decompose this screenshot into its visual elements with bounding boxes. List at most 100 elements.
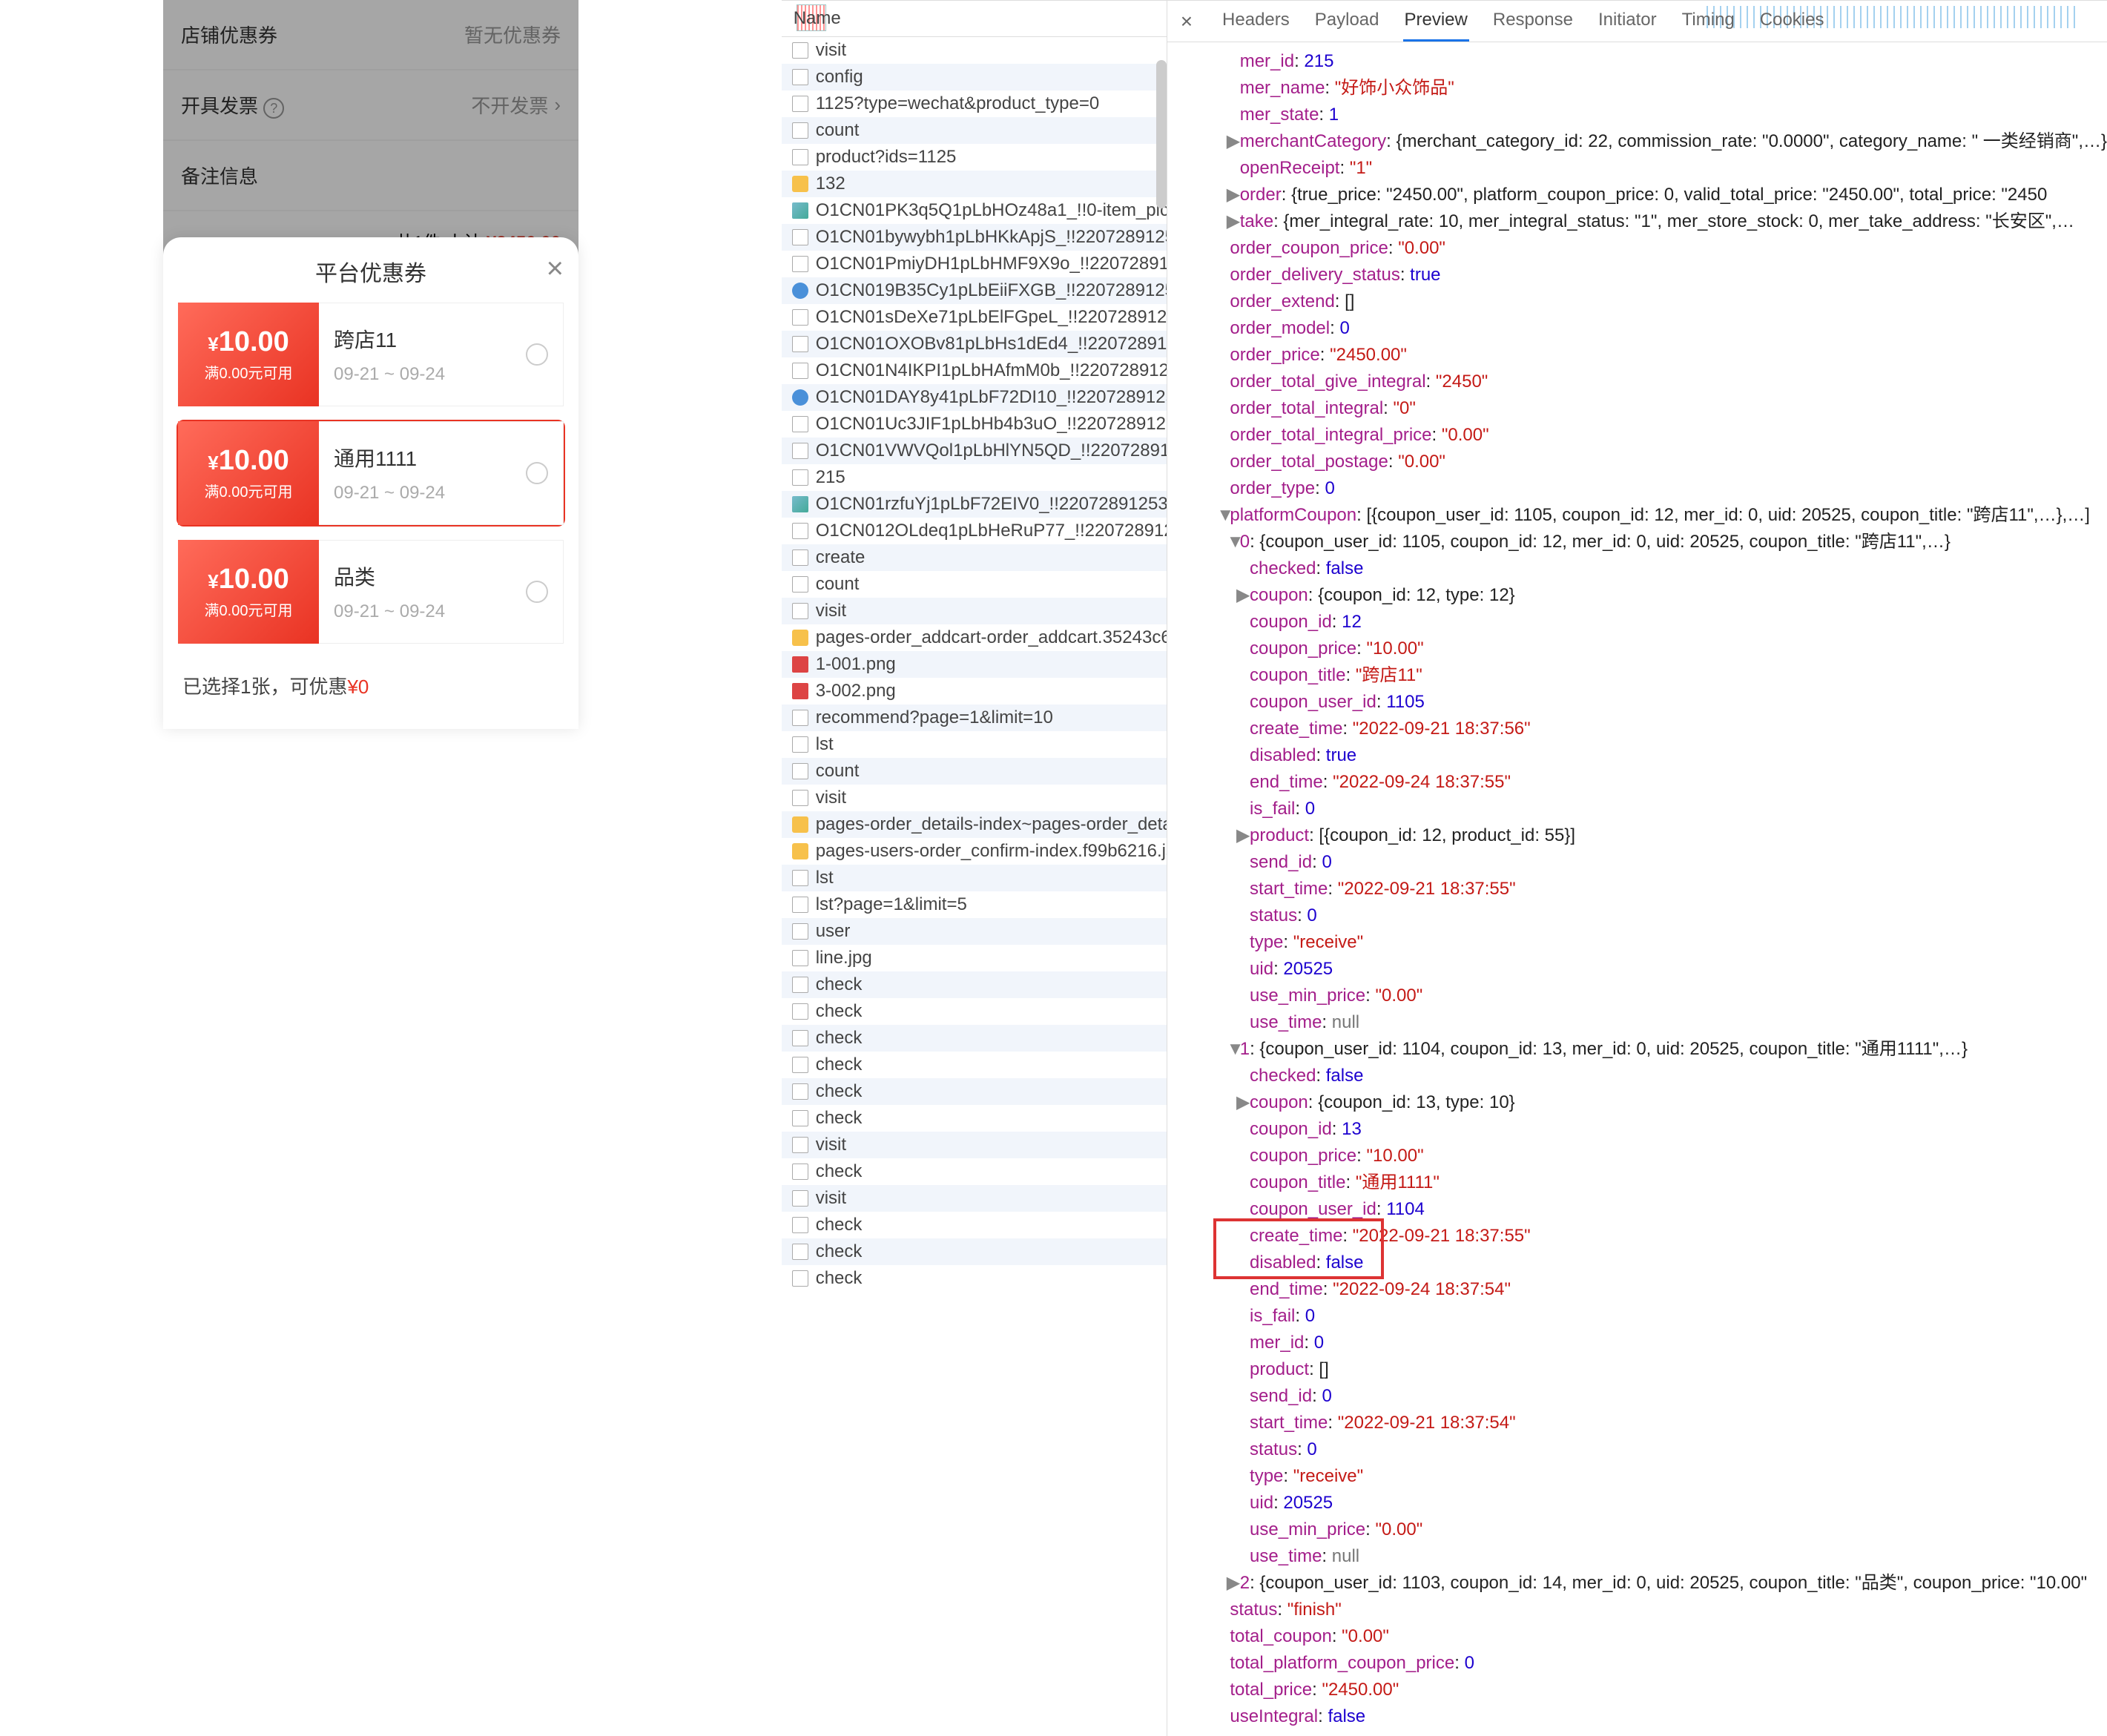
network-row[interactable]: visit bbox=[782, 1132, 1167, 1158]
network-row[interactable]: pages-order_addcart-order_addcart.35243c… bbox=[782, 624, 1167, 651]
network-row[interactable]: O1CN012OLdeq1pLbHeRuP77_!!2207289125344.… bbox=[782, 518, 1167, 544]
json-preview[interactable]: mer_id: 215 mer_name: "好饰小众饰品" mer_state… bbox=[1167, 42, 2107, 1736]
json-line[interactable]: status: "finish" bbox=[1197, 1597, 2107, 1623]
json-line[interactable]: coupon_title: "跨店11" bbox=[1197, 662, 2107, 689]
network-row[interactable]: check bbox=[782, 1265, 1167, 1292]
json-line[interactable]: product: [] bbox=[1197, 1356, 2107, 1383]
tab-headers[interactable]: Headers bbox=[1221, 1, 1291, 42]
json-line[interactable]: coupon_price: "10.00" bbox=[1197, 1143, 2107, 1169]
coupon-radio[interactable] bbox=[526, 462, 548, 484]
json-line[interactable]: ▶order: {true_price: "2450.00", platform… bbox=[1197, 182, 2107, 208]
network-row[interactable]: 1-001.png bbox=[782, 651, 1167, 678]
json-line[interactable]: disabled: true bbox=[1197, 742, 2107, 769]
network-row[interactable]: visit bbox=[782, 37, 1167, 64]
json-line[interactable]: type: "receive" bbox=[1197, 929, 2107, 956]
json-line[interactable]: order_total_postage: "0.00" bbox=[1197, 449, 2107, 475]
json-line[interactable]: use_time: null bbox=[1197, 1543, 2107, 1570]
network-row[interactable]: create bbox=[782, 544, 1167, 571]
network-row[interactable]: visit bbox=[782, 785, 1167, 811]
network-row[interactable]: O1CN019B35Cy1pLbEiiFXGB_!!2207289125344.… bbox=[782, 277, 1167, 304]
scrollbar-vertical[interactable] bbox=[1156, 60, 1167, 208]
network-row[interactable]: lst?page=1&limit=5 bbox=[782, 891, 1167, 918]
network-row[interactable]: check bbox=[782, 1212, 1167, 1238]
json-line[interactable]: mer_id: 0 bbox=[1197, 1330, 2107, 1356]
json-line[interactable]: use_min_price: "0.00" bbox=[1197, 983, 2107, 1009]
network-row[interactable]: check bbox=[782, 1078, 1167, 1105]
network-row[interactable]: count bbox=[782, 117, 1167, 144]
tab-response[interactable]: Response bbox=[1491, 1, 1575, 42]
network-row[interactable]: line.jpg bbox=[782, 945, 1167, 971]
network-row[interactable]: 3-002.png bbox=[782, 678, 1167, 704]
network-row[interactable]: recommend?page=1&limit=10 bbox=[782, 704, 1167, 731]
json-line[interactable]: total_platform_coupon_price: 0 bbox=[1197, 1650, 2107, 1677]
json-line[interactable]: order_model: 0 bbox=[1197, 315, 2107, 342]
json-line[interactable]: total_price: "2450.00" bbox=[1197, 1677, 2107, 1703]
json-line[interactable]: use_time: null bbox=[1197, 1009, 2107, 1036]
json-line[interactable]: is_fail: 0 bbox=[1197, 796, 2107, 822]
json-line[interactable]: status: 0 bbox=[1197, 1436, 2107, 1463]
json-line[interactable]: is_fail: 0 bbox=[1197, 1303, 2107, 1330]
network-row[interactable]: O1CN01rzfuYj1pLbF72EIV0_!!2207289125344.… bbox=[782, 491, 1167, 518]
json-line[interactable]: useIntegral: false bbox=[1197, 1703, 2107, 1730]
network-row[interactable]: 215 bbox=[782, 464, 1167, 491]
json-line[interactable]: coupon_id: 12 bbox=[1197, 609, 2107, 636]
json-line[interactable]: ▶coupon: {coupon_id: 13, type: 10} bbox=[1197, 1089, 2107, 1116]
network-row[interactable]: pages-order_details-index~pages-order_de… bbox=[782, 811, 1167, 838]
network-row[interactable]: 132 bbox=[782, 171, 1167, 197]
network-row[interactable]: pages-users-order_confirm-index.f99b6216… bbox=[782, 838, 1167, 865]
json-line[interactable]: uid: 20525 bbox=[1197, 1490, 2107, 1516]
network-row[interactable]: O1CN01DAY8y41pLbF72DI10_!!2207289125344.… bbox=[782, 384, 1167, 411]
network-column-header[interactable]: Name bbox=[782, 1, 1167, 37]
json-line[interactable]: coupon_title: "通用1111" bbox=[1197, 1169, 2107, 1196]
coupon-item[interactable]: ¥10.00 满0.00元可用 跨店11 09-21 ~ 09-24 bbox=[178, 303, 564, 406]
json-line[interactable]: ▶coupon: {coupon_id: 12, type: 12} bbox=[1197, 582, 2107, 609]
json-line[interactable]: ▼platformCoupon: [{coupon_user_id: 1105,… bbox=[1197, 502, 2107, 529]
tab-payload[interactable]: Payload bbox=[1313, 1, 1381, 42]
json-line[interactable]: ▶take: {mer_integral_rate: 10, mer_integ… bbox=[1197, 208, 2107, 235]
json-line[interactable]: coupon_price: "10.00" bbox=[1197, 636, 2107, 662]
network-row[interactable]: O1CN01PK3q5Q1pLbHOz48a1_!!0-item_pic.jpg bbox=[782, 197, 1167, 224]
network-row[interactable]: lst bbox=[782, 865, 1167, 891]
network-row[interactable]: visit bbox=[782, 598, 1167, 624]
json-line[interactable]: create_time: "2022-09-21 18:37:56" bbox=[1197, 716, 2107, 742]
json-line[interactable]: ▶product: [{coupon_id: 12, product_id: 5… bbox=[1197, 822, 2107, 849]
network-row[interactable]: O1CN01sDeXe71pLbElFGpeL_!!2207289125344.… bbox=[782, 304, 1167, 331]
network-row[interactable]: check bbox=[782, 1025, 1167, 1052]
network-row[interactable]: check bbox=[782, 1238, 1167, 1265]
json-line[interactable]: total_coupon: "0.00" bbox=[1197, 1623, 2107, 1650]
json-line[interactable]: start_time: "2022-09-21 18:37:55" bbox=[1197, 876, 2107, 902]
json-line[interactable]: uid: 20525 bbox=[1197, 956, 2107, 983]
json-line[interactable]: mer_state: 1 bbox=[1197, 102, 2107, 128]
json-line[interactable]: order_coupon_price: "0.00" bbox=[1197, 235, 2107, 262]
json-line[interactable]: mer_id: 215 bbox=[1197, 48, 2107, 75]
tab-timing[interactable]: Timing bbox=[1681, 1, 1736, 42]
json-line[interactable]: ▶merchantCategory: {merchant_category_id… bbox=[1197, 128, 2107, 155]
network-row[interactable]: product?ids=1125 bbox=[782, 144, 1167, 171]
tab-initiator[interactable]: Initiator bbox=[1597, 1, 1658, 42]
json-line[interactable]: order_total_give_integral: "2450" bbox=[1197, 369, 2107, 395]
json-line[interactable]: ▶2: {coupon_user_id: 1103, coupon_id: 14… bbox=[1197, 1570, 2107, 1597]
json-line[interactable]: order_delivery_status: true bbox=[1197, 262, 2107, 288]
json-line[interactable]: type: "receive" bbox=[1197, 1463, 2107, 1490]
network-row[interactable]: check bbox=[782, 998, 1167, 1025]
network-row[interactable]: O1CN01Uc3JIF1pLbHb4b3uO_!!2207289125344.… bbox=[782, 411, 1167, 438]
network-row[interactable]: lst bbox=[782, 731, 1167, 758]
network-row[interactable]: O1CN01OXOBv81pLbHs1dEd4_!!2207289125344.… bbox=[782, 331, 1167, 357]
network-row[interactable]: O1CN01PmiyDH1pLbHMF9X9o_!!2207289125344.… bbox=[782, 251, 1167, 277]
json-line[interactable]: send_id: 0 bbox=[1197, 1383, 2107, 1410]
json-line[interactable]: openReceipt: "1" bbox=[1197, 155, 2107, 182]
network-row[interactable]: 1125?type=wechat&product_type=0 bbox=[782, 90, 1167, 117]
json-line[interactable]: ▼1: {coupon_user_id: 1104, coupon_id: 13… bbox=[1197, 1036, 2107, 1063]
json-line[interactable]: checked: false bbox=[1197, 555, 2107, 582]
network-row[interactable]: check bbox=[782, 1105, 1167, 1132]
json-line[interactable]: order_type: 0 bbox=[1197, 475, 2107, 502]
json-line[interactable]: order_price: "2450.00" bbox=[1197, 342, 2107, 369]
json-line[interactable]: create_time: "2022-09-21 18:37:55" bbox=[1197, 1223, 2107, 1250]
json-line[interactable]: status: 0 bbox=[1197, 902, 2107, 929]
coupon-radio[interactable] bbox=[526, 343, 548, 366]
json-line[interactable]: ▼0: {coupon_user_id: 1105, coupon_id: 12… bbox=[1197, 529, 2107, 555]
json-line[interactable]: coupon_id: 13 bbox=[1197, 1116, 2107, 1143]
network-row[interactable]: check bbox=[782, 1158, 1167, 1185]
network-row[interactable]: O1CN01bywybh1pLbHKkApjS_!!2207289125344.… bbox=[782, 224, 1167, 251]
close-preview-icon[interactable]: × bbox=[1175, 10, 1198, 33]
